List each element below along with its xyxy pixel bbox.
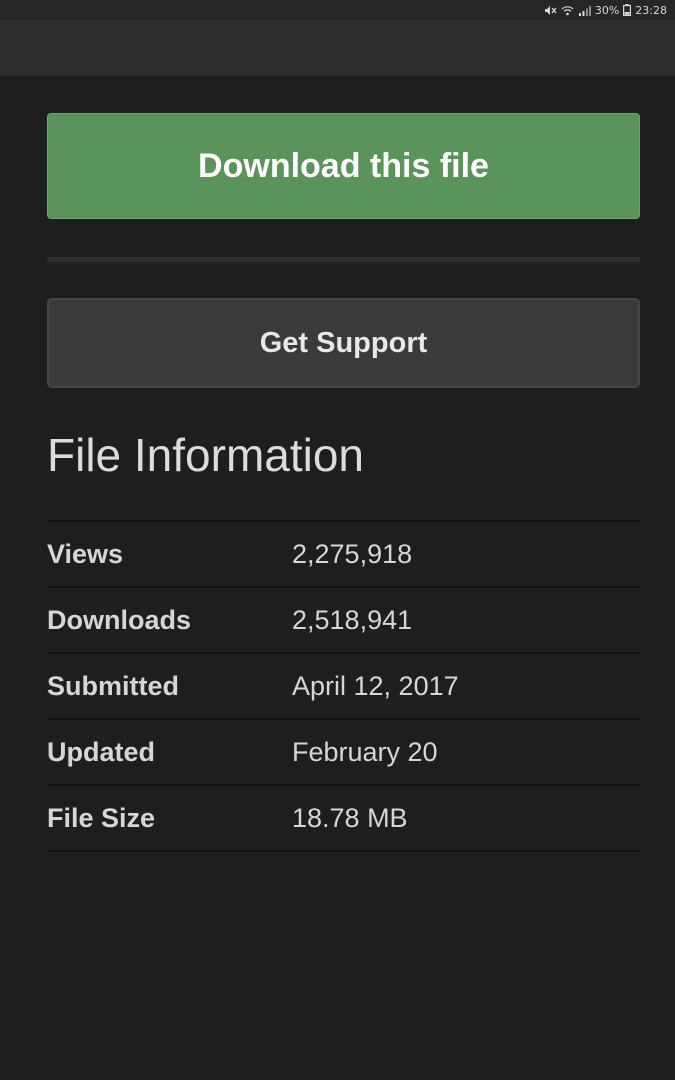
status-bar: 30% 23:28 [0, 0, 675, 20]
table-row: File Size 18.78 MB [47, 784, 640, 852]
row-label: Downloads [47, 586, 292, 653]
signal-icon [578, 5, 591, 16]
row-label: Submitted [47, 652, 292, 719]
file-information-title: File Information [47, 429, 365, 481]
row-label: Views [47, 520, 292, 587]
row-value: February 20 [292, 718, 640, 785]
row-value: 2,275,918 [292, 520, 640, 587]
divider [47, 257, 640, 262]
battery-percent: 30% [594, 3, 620, 17]
table-row: Views 2,275,918 [47, 520, 640, 587]
table-row: Updated February 20 [47, 718, 640, 785]
mute-icon [544, 5, 557, 16]
row-label: Updated [47, 718, 292, 785]
get-support-button[interactable]: Get Support [47, 298, 640, 388]
file-info-table: Views 2,275,918 Downloads 2,518,941 Subm… [47, 520, 640, 852]
row-value: 18.78 MB [292, 784, 640, 852]
wifi-icon [561, 5, 574, 16]
battery-icon [623, 4, 632, 16]
row-value: 2,518,941 [292, 586, 640, 653]
table-row: Submitted April 12, 2017 [47, 652, 640, 719]
download-button[interactable]: Download this file [47, 113, 640, 219]
row-label: File Size [47, 784, 292, 852]
clock: 23:28 [635, 3, 667, 17]
table-row: Downloads 2,518,941 [47, 586, 640, 653]
row-value: April 12, 2017 [292, 652, 640, 719]
app-bar [0, 20, 675, 76]
